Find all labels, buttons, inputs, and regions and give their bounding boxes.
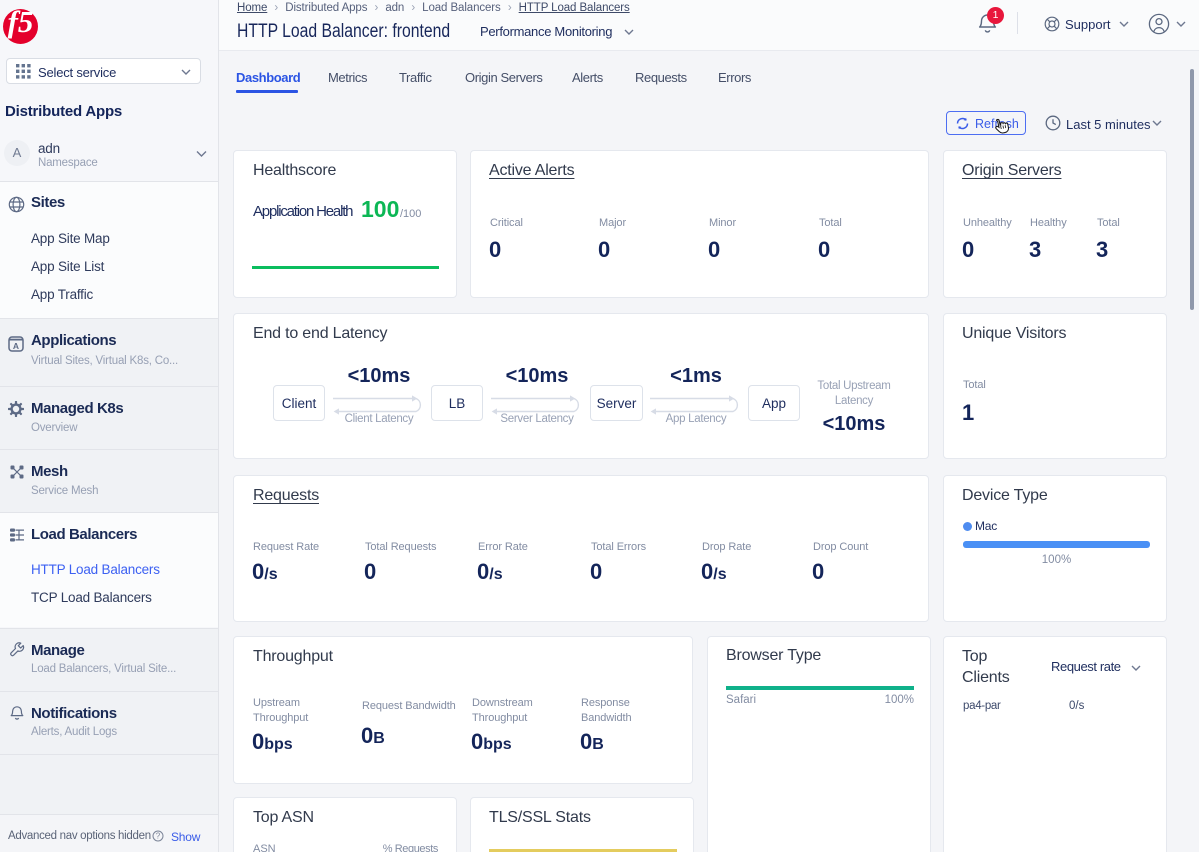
svg-text:?: ?: [156, 832, 161, 841]
svg-text:A: A: [13, 341, 19, 351]
